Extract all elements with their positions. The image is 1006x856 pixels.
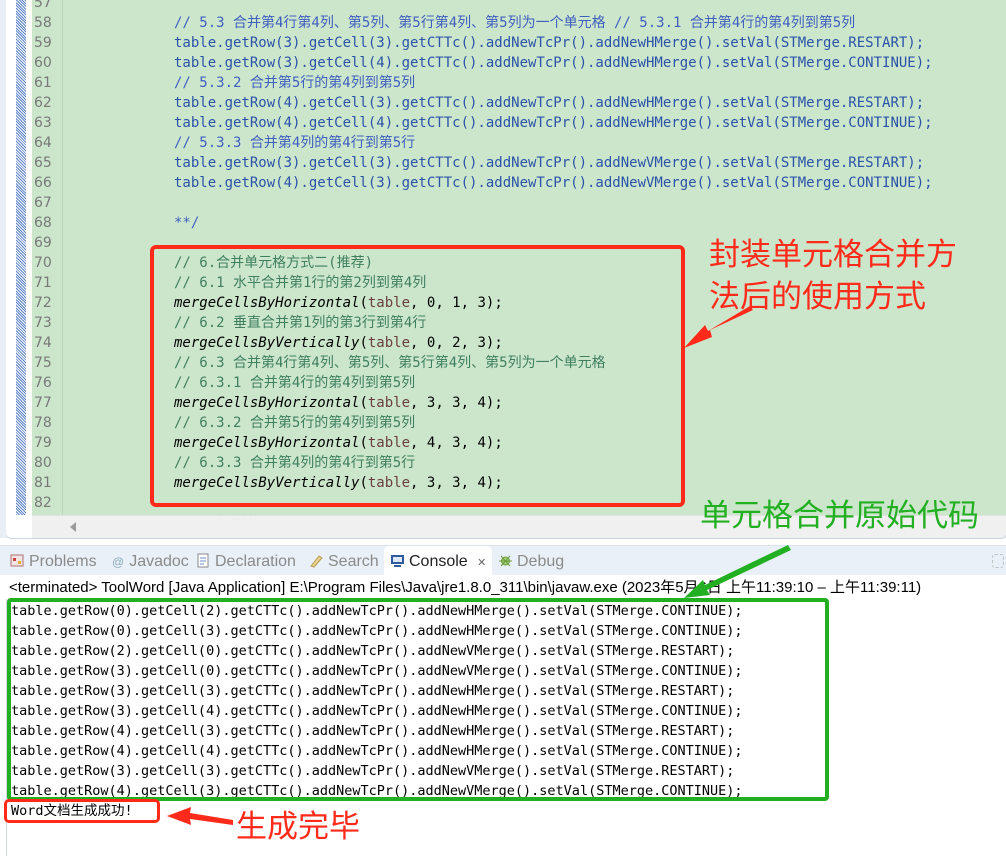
tab-declaration-label: Declaration (215, 553, 296, 570)
code-token: table.getRow(3).getCell(4).getCTTc().add… (174, 55, 933, 71)
line-number: 79 (34, 435, 52, 451)
line-number: 61 (34, 75, 52, 91)
pin-icon[interactable] (992, 554, 1004, 568)
line-number: 76 (34, 375, 52, 391)
annotation-label-encapsulated: 封装单元格合并方 法后的使用方式 (709, 234, 957, 318)
code-text: // 5.3 合并第4行第4列、第5列、第5行第4列、第5列为一个单元格 // … (174, 13, 855, 33)
code-text: table.getRow(3).getCell(3).getCTTc().add… (174, 153, 924, 173)
tab-search-label: Search (328, 553, 379, 570)
code-token: table.getRow(4).getCell(3).getCTTc().add… (174, 95, 925, 111)
tab-search[interactable]: Search (309, 546, 379, 576)
line-number: 64 (34, 135, 52, 151)
line-number: 82 (34, 495, 52, 511)
line-number: 68 (34, 215, 52, 231)
line-number: 80 (34, 455, 52, 471)
code-text: // 5.3.3 合并第4列的第4行到第5行 (174, 133, 415, 153)
code-text: table.getRow(4).getCell(4).getCTTc().add… (174, 113, 933, 133)
line-number: 75 (34, 355, 52, 371)
tab-problems[interactable]: Problems (10, 546, 97, 576)
line-number: 71 (34, 275, 52, 291)
line-number: 58 (34, 15, 52, 31)
line-number: 67 (34, 195, 52, 211)
problems-icon (10, 554, 24, 567)
line-number: 72 (34, 295, 52, 311)
tab-console[interactable]: Console ✕ (384, 546, 493, 576)
code-token: // 5.3.2 合并第5行的第4列到第5列 (174, 75, 416, 91)
tab-problems-label: Problems (29, 553, 97, 570)
code-text: table.getRow(3).getCell(4).getCTTc().add… (174, 53, 933, 73)
code-text: table.getRow(4).getCell(3).getCTTc().add… (174, 173, 933, 193)
line-number: 74 (34, 335, 52, 351)
tab-javadoc[interactable]: @ Javadoc (112, 546, 189, 576)
line-number: 73 (34, 315, 52, 331)
close-tab-icon[interactable]: ✕ (477, 557, 486, 569)
annotation-label-line1: 封装单元格合并方 (709, 237, 957, 273)
tab-declaration[interactable]: Declaration (196, 546, 296, 576)
line-number: 60 (34, 55, 52, 71)
line-number: 62 (34, 95, 52, 111)
line-number: 69 (34, 235, 52, 251)
annotation-label-done: 生成完毕 (236, 809, 360, 845)
annotation-label-original: 单元格合并原始代码 (700, 498, 979, 534)
line-number: 59 (34, 35, 52, 51)
annotation-red-box-done (4, 799, 160, 823)
tab-javadoc-label: Javadoc (129, 553, 189, 570)
annotation-label-line2: 法后的使用方式 (709, 279, 926, 315)
line-number: 81 (34, 475, 52, 491)
code-token: table.getRow(4).getCell(3).getCTTc().add… (174, 175, 933, 191)
code-text: // 5.3.2 合并第5行的第4列到第5列 (174, 73, 415, 93)
declaration-icon (197, 553, 209, 568)
console-status: <terminated> ToolWord [Java Application]… (0, 575, 1006, 599)
code-text: table.getRow(3).getCell(3).getCTTc().add… (174, 33, 924, 53)
view-tabs: Problems @ Javadoc Declaration Search Con… (0, 545, 1006, 576)
code-text: **/ (174, 213, 199, 233)
tab-console-label: Console (409, 553, 468, 570)
scroll-left-arrow-icon[interactable] (70, 522, 76, 532)
at-icon: @ (112, 555, 125, 569)
code-token: table.getRow(4).getCell(4).getCTTc().add… (174, 115, 933, 131)
line-number: 63 (34, 115, 52, 131)
console-icon (391, 555, 404, 567)
line-number: 78 (34, 415, 52, 431)
code-token: table.getRow(3).getCell(3).getCTTc().add… (174, 155, 925, 171)
line-number: 70 (34, 255, 52, 271)
overview-ruler (16, 0, 26, 515)
line-number: 77 (34, 395, 52, 411)
code-token: **/ (174, 215, 200, 231)
tab-debug[interactable]: Debug (498, 546, 564, 576)
code-token: table.getRow(3).getCell(3).getCTTc().add… (174, 35, 925, 51)
annotation-red-box-encapsulated (150, 245, 685, 507)
debug-icon (499, 555, 512, 567)
code-token: // 5.3.3 合并第4列的第4行到第5行 (174, 135, 416, 151)
code-token: // 5.3 合并第4行第4列、第5列、第5行第4列、第5列为一个单元格 // … (174, 15, 856, 31)
annotation-green-box-original (7, 598, 829, 801)
code-text: table.getRow(4).getCell(3).getCTTc().add… (174, 93, 924, 113)
tab-debug-label: Debug (517, 553, 565, 570)
line-number: 66 (34, 175, 52, 191)
line-number: 65 (34, 155, 52, 171)
search-icon (310, 555, 323, 568)
line-number: 57 (34, 0, 52, 11)
